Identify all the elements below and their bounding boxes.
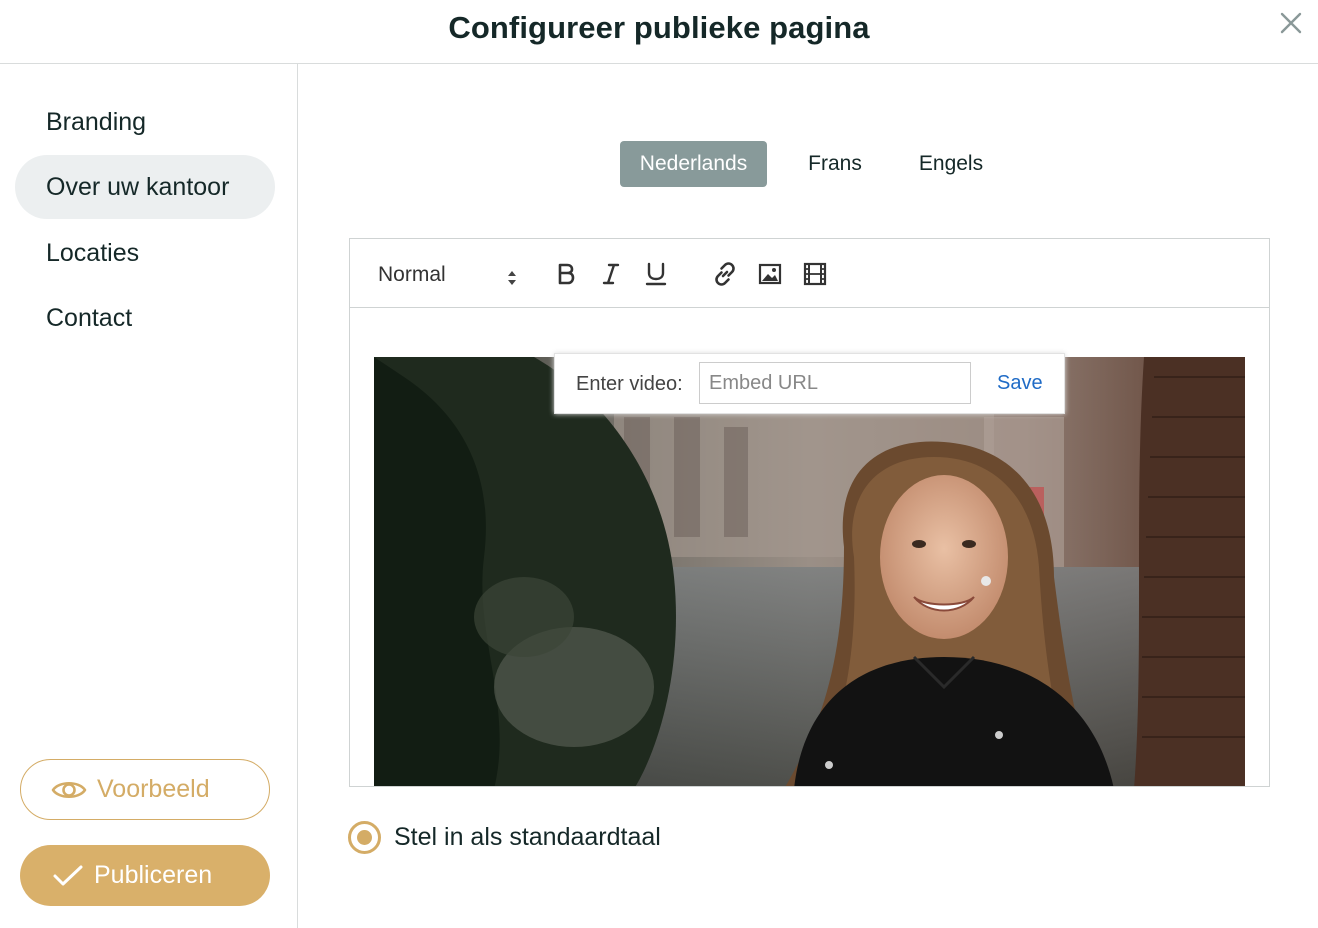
sidebar-item-branding[interactable]: Branding <box>15 90 275 154</box>
default-language-option[interactable]: Stel in als standaardtaal <box>348 820 661 854</box>
italic-button[interactable] <box>597 260 625 288</box>
rich-text-editor: Normal <box>349 238 1270 787</box>
sidebar-item-contact[interactable]: Contact <box>15 286 275 350</box>
editor-toolbar: Normal <box>350 239 1269 308</box>
video-button[interactable] <box>801 260 829 288</box>
publish-button[interactable]: Publiceren <box>20 845 270 906</box>
tab-engels[interactable]: Engels <box>903 141 999 187</box>
tab-frans[interactable]: Frans <box>792 141 878 187</box>
link-button[interactable] <box>711 260 739 288</box>
sidebar: Branding Over uw kantoor Locaties Contac… <box>0 64 298 928</box>
preview-button-label: Voorbeeld <box>97 775 210 803</box>
publish-button-label: Publiceren <box>94 861 213 889</box>
underline-icon <box>645 262 667 286</box>
modal-header: Configureer publieke pagina <box>0 0 1318 64</box>
page-title: Configureer publieke pagina <box>448 10 870 45</box>
italic-icon <box>602 263 620 285</box>
check-icon <box>52 863 84 889</box>
video-save-link[interactable]: Save <box>997 372 1043 395</box>
format-select-value: Normal <box>378 263 446 286</box>
close-button[interactable] <box>1278 10 1304 36</box>
tab-nederlands[interactable]: Nederlands <box>620 141 767 187</box>
image-button[interactable] <box>756 260 784 288</box>
link-icon <box>715 262 735 286</box>
video-embed-label: Enter video: <box>576 373 683 395</box>
bold-icon <box>558 263 575 285</box>
close-icon <box>1280 12 1302 34</box>
default-language-radio[interactable] <box>348 820 381 854</box>
updown-arrows-icon <box>506 266 518 296</box>
default-language-label: Stel in als standaardtaal <box>394 822 661 851</box>
radio-selected-dot <box>357 829 372 845</box>
embedded-photo <box>374 357 1245 786</box>
sidebar-item-over-uw-kantoor[interactable]: Over uw kantoor <box>15 155 275 219</box>
video-url-input[interactable] <box>699 362 971 404</box>
format-select[interactable]: Normal <box>378 260 518 290</box>
underline-button[interactable] <box>642 260 670 288</box>
image-icon <box>758 263 782 285</box>
sidebar-item-locaties[interactable]: Locaties <box>15 221 275 285</box>
preview-button[interactable]: Voorbeeld <box>20 759 270 820</box>
video-icon <box>803 262 827 286</box>
eye-icon <box>51 778 87 802</box>
video-embed-tooltip: Enter video: Save <box>554 353 1065 414</box>
bold-button[interactable] <box>552 260 580 288</box>
